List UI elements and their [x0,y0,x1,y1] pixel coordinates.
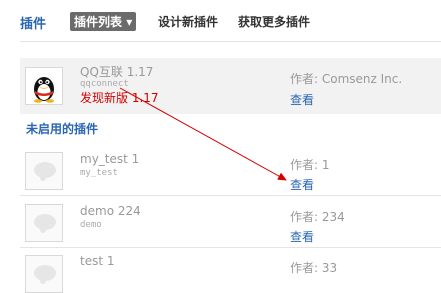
plugin-row-qqconnect: QQ互联 1.17 qqconnect 发现新版 1.17 作者: Comsen… [20,58,441,114]
tab-plugin-list-label: 插件列表 [74,15,123,29]
chevron-down-icon: ▾ [126,15,133,29]
plugin-author: 作者: Comsenz Inc. [290,72,403,86]
disabled-plugins-heading: 未启用的插件 [26,122,99,136]
update-notice[interactable]: 发现新版 1.17 [80,89,159,106]
qq-penguin-icon [25,67,63,105]
plugin-author: 作者: 234 [290,210,345,224]
placeholder-icon [25,152,63,190]
placeholder-icon [25,204,63,242]
placeholder-icon [25,255,63,293]
plugin-identifier: my_test [80,168,118,178]
plugin-name: test 1 [80,254,115,268]
view-link[interactable]: 查看 [290,91,314,108]
tab-design-new-plugin[interactable]: 设计新插件 [158,13,218,30]
plugin-name: QQ互联 1.17 [80,65,154,79]
header-divider [20,41,441,42]
plugin-name: demo 224 [80,204,141,218]
view-link[interactable]: 查看 [290,228,314,245]
tab-plugin-list[interactable]: 插件列表 ▾ [70,12,137,31]
tab-get-more-plugins[interactable]: 获取更多插件 [238,13,310,30]
plugin-row-demo: demo 224 demo 作者: 234 查看 [20,198,441,248]
plugin-identifier: demo [80,220,102,230]
plugin-author: 作者: 1 [290,158,330,172]
plugin-identifier: qqconnect [80,79,129,89]
plugin-row-my-test: my_test 1 my_test 作者: 1 查看 [20,146,441,196]
view-link[interactable]: 查看 [290,176,314,193]
page-title: 插件 [20,17,47,32]
plugin-row-test: test 1 作者: 33 [20,249,441,293]
plugin-name: my_test 1 [80,152,140,166]
row-divider [20,247,441,248]
top-nav: 插件 插件列表 ▾ 设计新插件 获取更多插件 [0,0,441,44]
row-divider [20,195,441,196]
